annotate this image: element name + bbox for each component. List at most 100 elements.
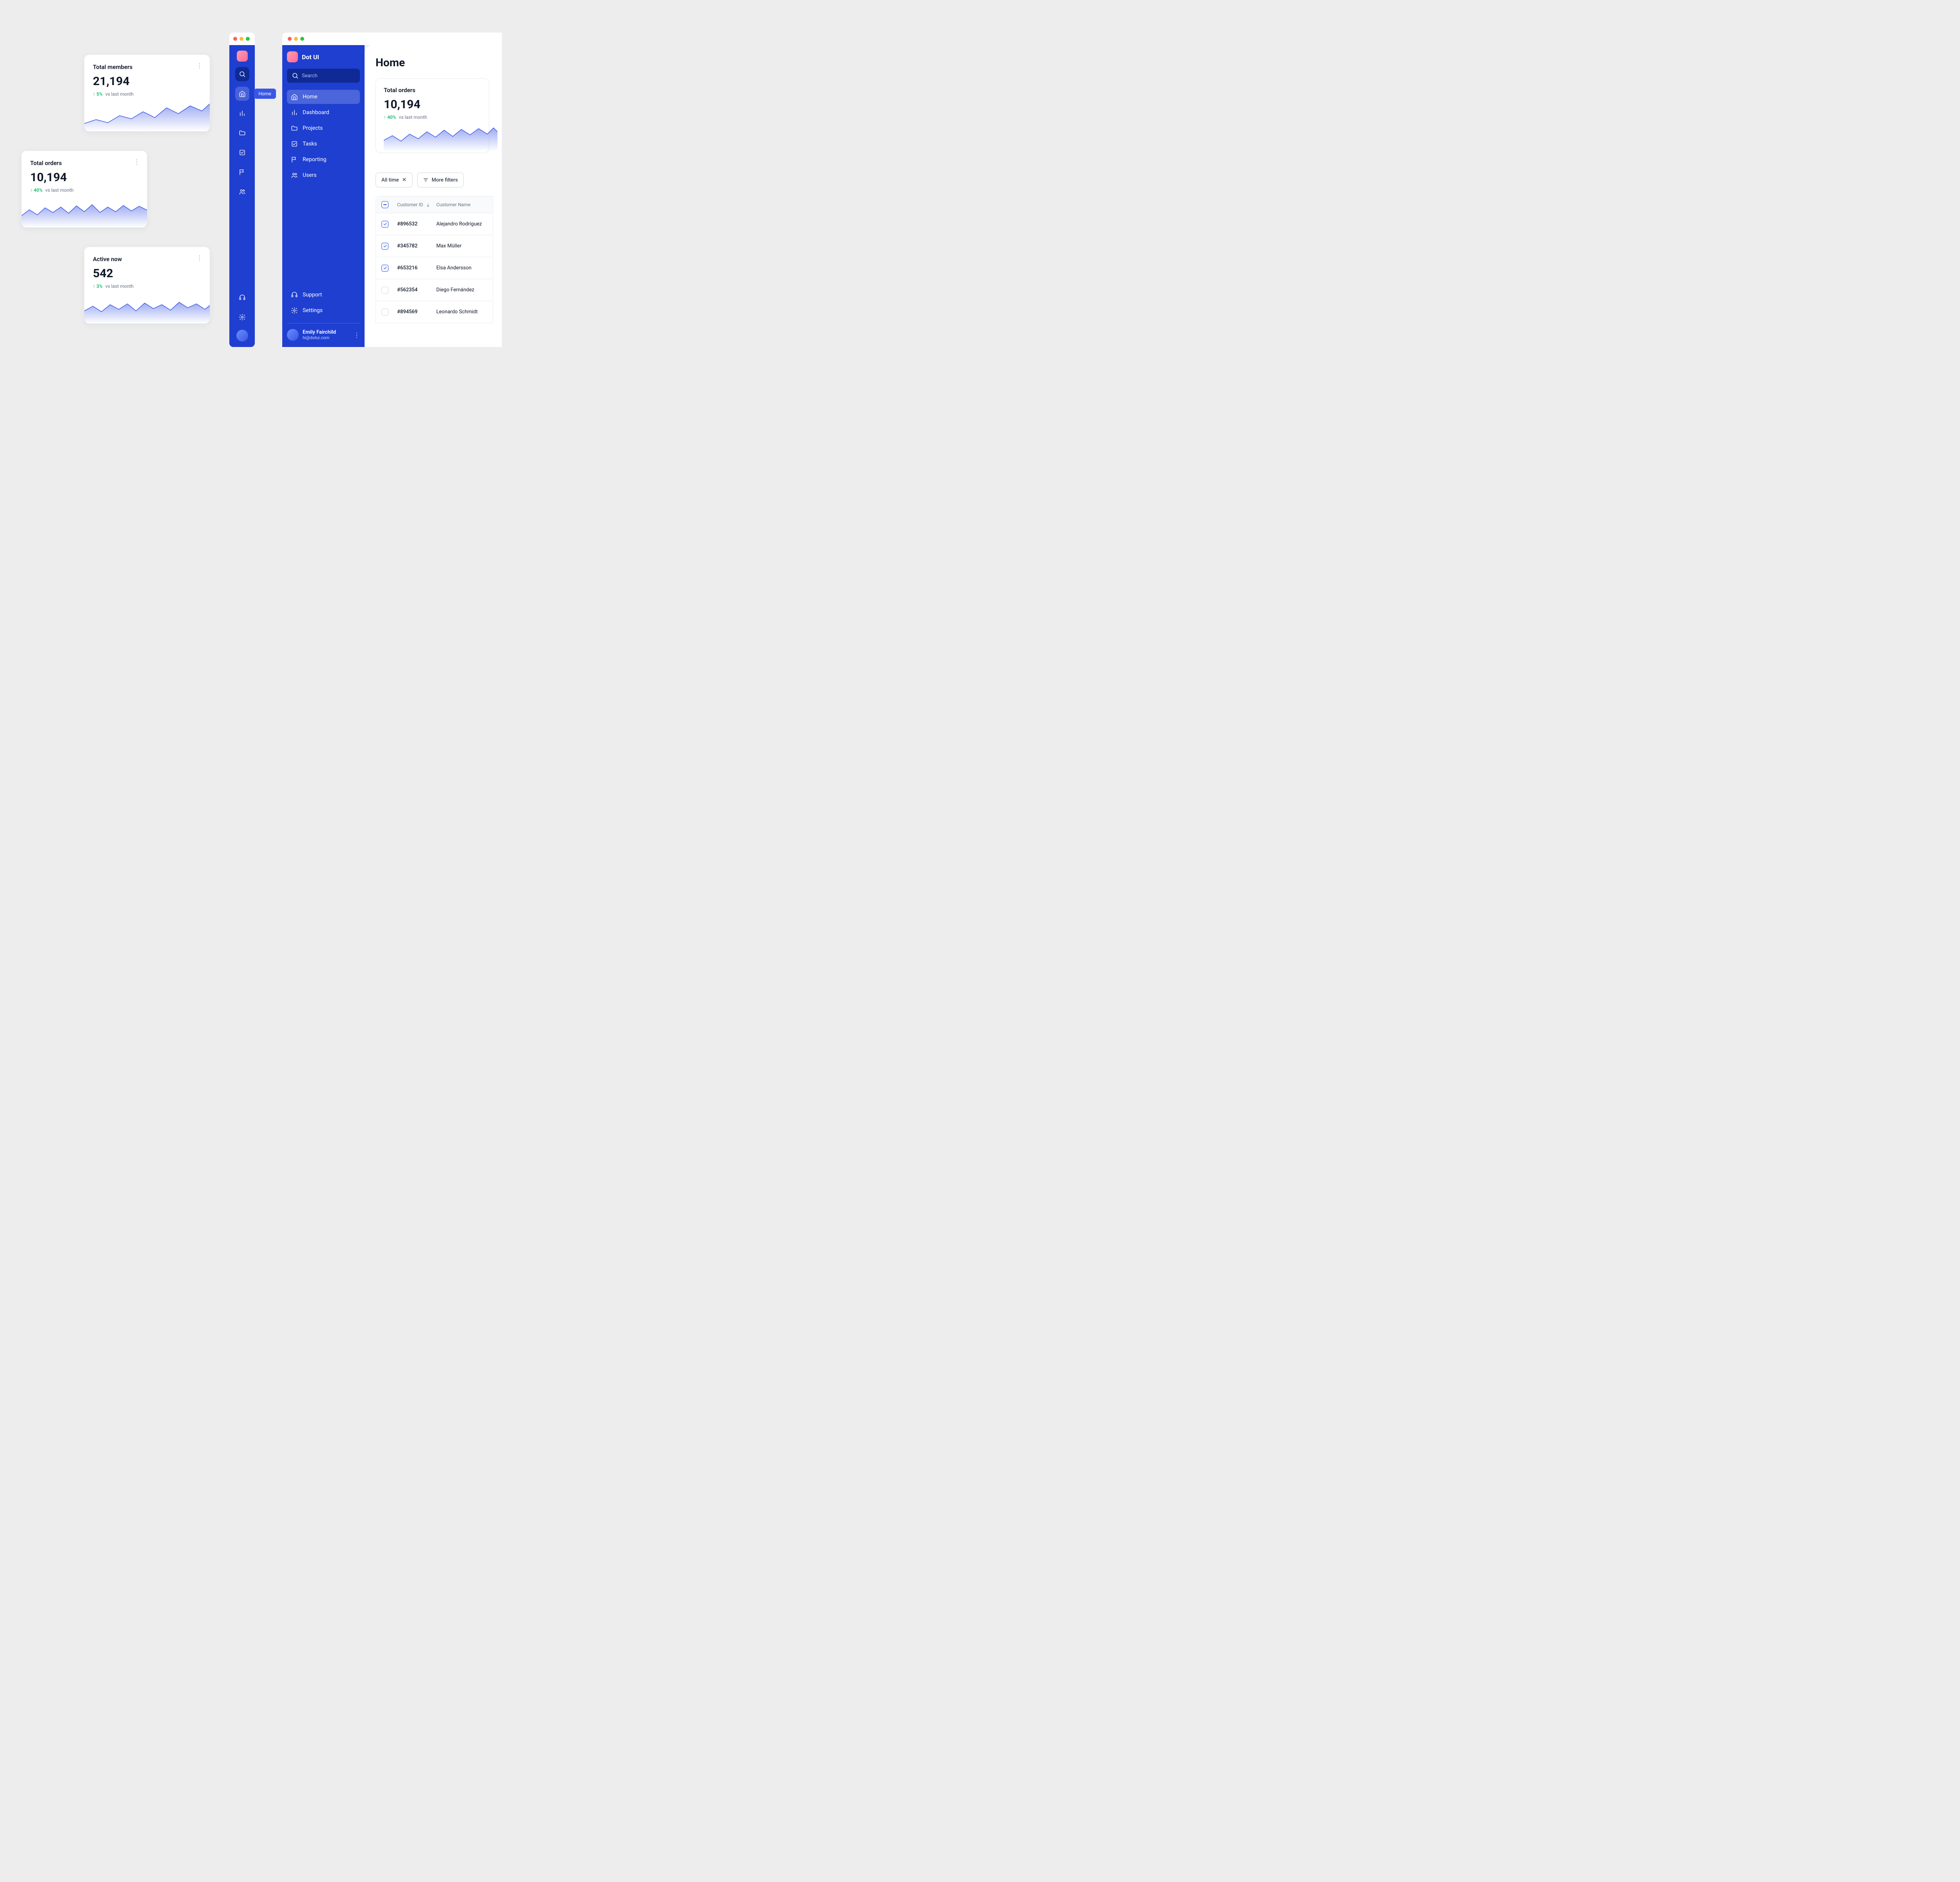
search-icon xyxy=(292,72,299,79)
sort-down-icon xyxy=(426,203,430,207)
select-all-checkbox[interactable] xyxy=(381,201,388,208)
folder-icon xyxy=(291,125,298,132)
sparkline-chart xyxy=(22,196,147,227)
app-logo-icon[interactable] xyxy=(237,51,248,62)
customer-id: #896532 xyxy=(397,221,432,227)
search-button[interactable] xyxy=(235,67,249,81)
sparkline-chart xyxy=(84,100,210,131)
sparkline-chart xyxy=(384,120,497,151)
trend-up-icon: ↑ xyxy=(93,91,95,97)
main-content: Home Total orders 10,194 ↑ 40% vs last m… xyxy=(365,45,502,347)
sidebar-item-users[interactable] xyxy=(235,185,249,199)
table-row[interactable]: #562354Diego Fernández xyxy=(376,279,493,301)
close-dot-icon[interactable] xyxy=(233,37,237,41)
card-title: Total orders xyxy=(30,160,138,167)
card-delta: ↑ 3% vs last month xyxy=(93,283,201,289)
table-header: Customer ID Customer Name xyxy=(376,196,493,213)
search-input[interactable]: Search xyxy=(287,69,360,83)
customers-table: Customer ID Customer Name #896532 Alejand… xyxy=(376,196,493,323)
customer-name: Max Müller xyxy=(436,243,487,249)
row-checkbox[interactable] xyxy=(381,309,388,316)
sidebar-item-reporting[interactable] xyxy=(235,165,249,179)
sidebar-item-users[interactable]: Users xyxy=(287,168,360,182)
more-icon[interactable] xyxy=(196,254,203,262)
row-checkbox[interactable] xyxy=(381,221,388,228)
sidebar-item-projects[interactable]: Projects xyxy=(287,121,360,135)
nav-bottom: Support Settings xyxy=(287,288,360,318)
close-dot-icon[interactable] xyxy=(288,37,292,41)
window-controls xyxy=(282,33,502,45)
sidebar-item-home[interactable]: Home xyxy=(235,87,249,101)
customer-id: #562354 xyxy=(397,287,432,293)
check-square-icon xyxy=(239,149,246,156)
col-customer-id[interactable]: Customer ID xyxy=(397,202,432,207)
sidebar-item-home[interactable]: Home xyxy=(287,90,360,104)
maximize-dot-icon[interactable] xyxy=(300,37,304,41)
trend-up-icon: ↑ xyxy=(30,187,33,193)
more-icon[interactable]: ⋮ xyxy=(354,331,360,339)
customer-id: #345782 xyxy=(397,243,432,249)
maximize-dot-icon[interactable] xyxy=(246,37,250,41)
customer-id: #653216 xyxy=(397,265,432,271)
row-checkbox[interactable] xyxy=(381,265,388,272)
card-value: 21,194 xyxy=(93,74,201,88)
window-controls xyxy=(229,33,255,45)
trend-up-icon: ↑ xyxy=(384,114,386,120)
table-row[interactable]: #896532 Alejandro Rodríguez xyxy=(376,213,493,235)
headset-icon xyxy=(239,294,246,301)
app-window: Dot UI Search Home Dashboard Projects xyxy=(282,33,502,347)
users-icon xyxy=(239,188,246,195)
gear-icon xyxy=(291,307,298,314)
collapsed-sidebar-window: Home xyxy=(229,33,255,347)
col-customer-name[interactable]: Customer Name xyxy=(436,202,487,207)
sidebar-item-tasks[interactable]: Tasks xyxy=(287,137,360,151)
filter-bar: All time ✕ More filters xyxy=(376,173,502,187)
card-title: Active now xyxy=(93,256,201,263)
minimize-dot-icon[interactable] xyxy=(240,37,243,41)
sidebar-item-dashboard[interactable]: Dashboard xyxy=(287,105,360,120)
sidebar-item-tasks[interactable] xyxy=(235,145,249,160)
avatar xyxy=(287,329,299,341)
sidebar-item-projects[interactable] xyxy=(235,126,249,140)
gear-icon xyxy=(239,314,246,321)
user-profile[interactable]: Emily Fairchild hi@dotui.com ⋮ xyxy=(287,323,360,341)
row-checkbox[interactable] xyxy=(381,287,388,294)
flag-icon xyxy=(239,169,246,176)
flag-icon xyxy=(291,156,298,163)
sidebar-item-dashboard[interactable] xyxy=(235,106,249,120)
customer-name: Alejandro Rodríguez xyxy=(436,221,487,227)
more-icon[interactable] xyxy=(134,158,140,165)
sidebar-item-settings[interactable] xyxy=(235,310,249,324)
nav-main: Home Dashboard Projects Tasks Reporting xyxy=(287,90,360,182)
filter-icon xyxy=(423,177,428,183)
stat-card-orders: Total orders 10,194 ↑ 40% vs last month xyxy=(22,151,147,227)
sidebar-item-support[interactable] xyxy=(235,291,249,305)
sparkline-chart xyxy=(84,292,210,323)
app-logo-icon xyxy=(287,51,298,62)
home-icon xyxy=(291,93,298,100)
card-value: 10,194 xyxy=(30,171,138,184)
stat-card-orders: Total orders 10,194 ↑ 40% vs last month xyxy=(376,78,489,153)
table-row[interactable]: #653216Elsa Andersson xyxy=(376,257,493,279)
stat-card-members: Total members 21,194 ↑ 5% vs last month xyxy=(84,55,210,131)
tooltip: Home xyxy=(254,89,276,99)
close-icon[interactable]: ✕ xyxy=(402,177,407,183)
card-value: 542 xyxy=(93,267,201,280)
row-checkbox[interactable] xyxy=(381,243,388,250)
folder-icon xyxy=(239,129,246,136)
table-row[interactable]: #345782 Max Müller xyxy=(376,235,493,257)
sidebar-item-reporting[interactable]: Reporting xyxy=(287,153,360,167)
more-icon[interactable] xyxy=(196,62,203,69)
sidebar-item-settings[interactable]: Settings xyxy=(287,303,360,318)
table-row[interactable]: #894569Leonardo Schmidt xyxy=(376,301,493,323)
sidebar-item-support[interactable]: Support xyxy=(287,288,360,302)
card-title: Total members xyxy=(93,64,201,71)
check-square-icon xyxy=(291,140,298,147)
filter-alltime[interactable]: All time ✕ xyxy=(376,173,412,187)
headset-icon xyxy=(291,291,298,298)
avatar[interactable] xyxy=(236,330,248,342)
app-brand[interactable]: Dot UI xyxy=(287,51,360,62)
more-filters-button[interactable]: More filters xyxy=(417,173,464,187)
minimize-dot-icon[interactable] xyxy=(294,37,298,41)
customer-name: Leonardo Schmidt xyxy=(436,309,487,315)
